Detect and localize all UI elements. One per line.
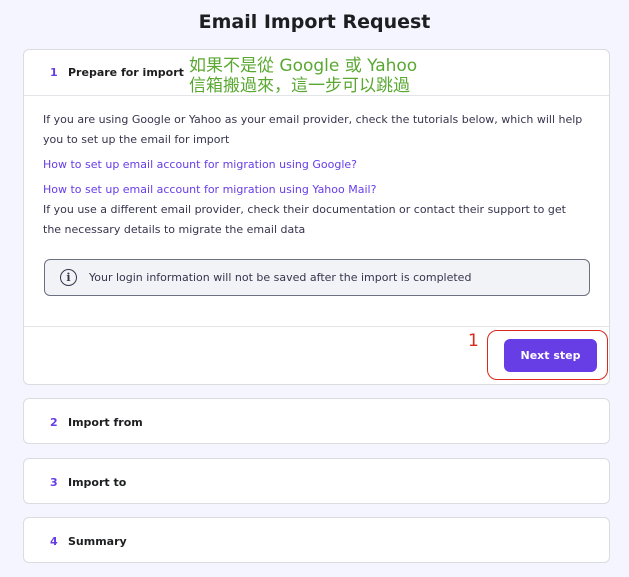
annotation-note-line2: 信箱搬過來，這一步可以跳過: [189, 76, 410, 96]
annotation-note: 如果不是從 Google 或 Yahoo 信箱搬過來，這一步可以跳過: [189, 56, 417, 96]
step-number: 3: [50, 475, 58, 489]
step-card-import-to[interactable]: 3 Import to: [23, 458, 610, 504]
google-tutorial-link[interactable]: How to set up email account for migratio…: [43, 155, 590, 175]
step-number: 4: [50, 534, 58, 548]
footer-divider: [24, 326, 609, 327]
info-icon: i: [60, 269, 77, 286]
yahoo-tutorial-link[interactable]: How to set up email account for migratio…: [43, 180, 590, 200]
step-header-import-to[interactable]: 3 Import to: [24, 459, 609, 505]
email-import-page: Email Import Request 1 Prepare for impor…: [0, 0, 629, 577]
annotation-highlight-ring: [487, 330, 608, 380]
step-header-summary[interactable]: 4 Summary: [24, 518, 609, 564]
step-label: Import from: [68, 415, 143, 429]
step-label: Prepare for import: [68, 66, 184, 79]
step-card-import-from[interactable]: 2 Import from: [23, 398, 610, 444]
other-provider-text: If you use a different email provider, c…: [43, 203, 566, 236]
intro-text: If you are using Google or Yahoo as your…: [43, 113, 583, 146]
annotation-marker-number: 1: [468, 331, 479, 351]
info-text: Your login information will not be saved…: [89, 270, 472, 284]
login-info-notice: i Your login information will not be sav…: [44, 259, 590, 296]
step-label: Import to: [68, 475, 127, 489]
step-header-import-from[interactable]: 2 Import from: [24, 399, 609, 445]
annotation-note-line1: 如果不是從 Google 或 Yahoo: [189, 56, 418, 76]
page-title: Email Import Request: [198, 11, 431, 33]
step-number: 1: [50, 66, 58, 79]
step-card-summary[interactable]: 4 Summary: [23, 517, 610, 563]
step-number: 2: [50, 415, 58, 429]
step-label: Summary: [68, 534, 127, 548]
step-body: If you are using Google or Yahoo as your…: [24, 96, 609, 296]
